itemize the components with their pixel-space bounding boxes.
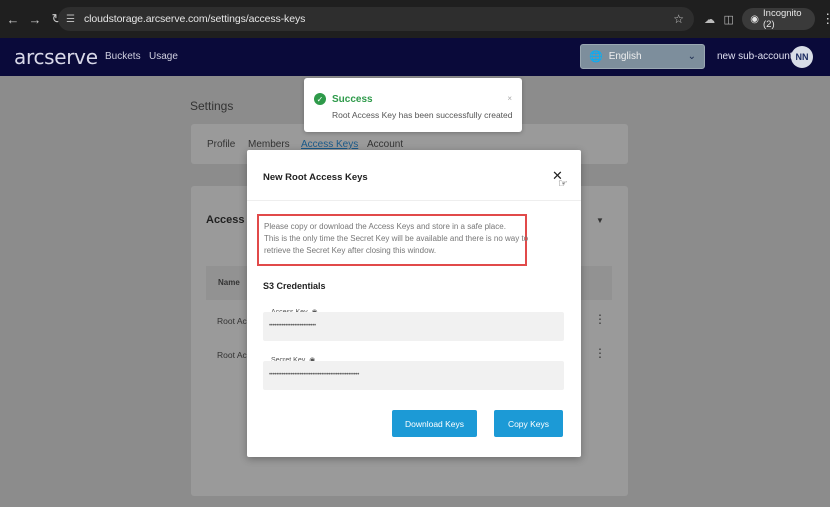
nav-usage[interactable]: Usage (149, 51, 178, 62)
copy-keys-button[interactable]: Copy Keys (494, 410, 563, 437)
secret-key-field[interactable]: ••••••••••••••••••••••••••••••••••••••••… (263, 361, 564, 390)
row-menu-icon[interactable]: ⋮ (594, 312, 606, 326)
row-menu-icon[interactable]: ⋮ (594, 346, 606, 360)
avatar[interactable]: NN (791, 46, 813, 68)
forward-arrow-icon[interactable]: → (26, 12, 44, 27)
modal-title: New Root Access Keys (263, 172, 368, 183)
credentials-heading: S3 Credentials (263, 281, 326, 291)
divider (247, 200, 581, 201)
secret-key-value: ••••••••••••••••••••••••••••••••••••••••… (269, 372, 360, 378)
check-circle-icon: ✓ (314, 93, 326, 105)
account-name[interactable]: new sub-account 2 (717, 51, 801, 62)
url-text: cloudstorage.arcserve.com/settings/acces… (84, 13, 306, 25)
success-toast: ✓ Success Root Access Key has been succe… (304, 78, 522, 132)
toast-message: Root Access Key has been successfully cr… (332, 110, 513, 120)
column-name: Name (218, 278, 240, 287)
sidebar-panel-icon[interactable]: ◫ (719, 13, 738, 26)
close-icon[interactable]: × (507, 94, 512, 103)
language-value: English (608, 51, 642, 62)
bookmark-star-icon[interactable]: ☆ (673, 12, 684, 26)
site-settings-icon[interactable]: ☰ (66, 14, 78, 25)
toast-title: Success (332, 94, 373, 105)
tab-account[interactable]: Account (367, 139, 403, 150)
app-header: arcserve Buckets Usage 🌐 English ⌄ new s… (0, 38, 830, 76)
globe-icon: 🌐 (589, 51, 603, 63)
page-title: Settings (190, 99, 234, 113)
note-line: Please copy or download the Access Keys … (264, 222, 506, 231)
extension-icon[interactable]: ☁ (700, 13, 719, 26)
access-key-field[interactable]: •••••••••••••••••••••••••• (263, 312, 564, 341)
arcserve-logo[interactable]: arcserve (14, 45, 98, 69)
incognito-label: Incognito (2) (763, 8, 802, 30)
note-line: retrieve the Secret Key after closing th… (264, 246, 437, 255)
nav-buckets[interactable]: Buckets (105, 51, 141, 62)
access-key-value: •••••••••••••••••••••••••• (269, 323, 316, 329)
new-root-access-keys-modal: New Root Access Keys ✕ ☞ Please copy or … (247, 150, 581, 457)
language-select[interactable]: 🌐 English ⌄ (580, 44, 705, 69)
browser-toolbar: ← → ↻ ☰ cloudstorage.arcserve.com/settin… (0, 0, 830, 38)
browser-menu-icon[interactable]: ⋮ (821, 11, 830, 27)
warning-note: Please copy or download the Access Keys … (257, 214, 529, 266)
chevron-down-icon[interactable]: ▼ (596, 216, 604, 225)
back-arrow-icon[interactable]: ← (4, 12, 22, 27)
table-row: Root Acc (217, 350, 252, 360)
incognito-badge[interactable]: ◉ Incognito (2) (742, 8, 816, 30)
note-line: This is the only time the Secret Key wil… (264, 234, 529, 243)
tab-access-keys[interactable]: Access Keys (301, 139, 358, 150)
pointer-cursor-icon: ☞ (558, 178, 568, 190)
tab-profile[interactable]: Profile (207, 139, 235, 150)
address-bar[interactable]: ☰ cloudstorage.arcserve.com/settings/acc… (58, 7, 694, 31)
incognito-icon: ◉ (750, 13, 760, 25)
chevron-down-icon: ⌄ (687, 51, 696, 62)
table-row: Root Acc (217, 316, 252, 326)
tab-members[interactable]: Members (248, 139, 290, 150)
download-keys-button[interactable]: Download Keys (392, 410, 477, 437)
